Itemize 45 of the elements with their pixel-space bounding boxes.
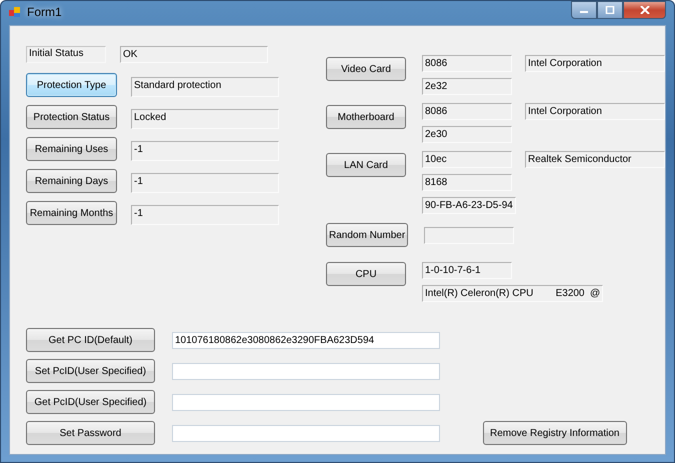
hardware-button[interactable]: CPU <box>326 262 406 286</box>
status-button[interactable]: Protection Type <box>26 73 117 97</box>
app-icon <box>9 6 21 18</box>
info-field: 1-0-10-7-6-1 <box>422 262 512 279</box>
input-field[interactable]: 101076180862e3080862e3290FBA623D594 <box>172 332 440 348</box>
maximize-icon <box>605 6 615 14</box>
info-field: Intel Corporation <box>525 55 665 72</box>
status-value: Locked <box>131 109 279 129</box>
hardware-button[interactable]: Random Number <box>326 223 408 247</box>
input-field[interactable] <box>172 424 440 442</box>
pc-id-button[interactable]: Get PcID(User Specified) <box>26 390 155 414</box>
minimize-button[interactable] <box>571 1 597 19</box>
info-field: 2e30 <box>422 126 512 143</box>
input-field[interactable] <box>172 362 440 380</box>
input-field[interactable] <box>172 394 440 410</box>
info-field: 90-FB-A6-23-D5-94 <box>422 197 516 214</box>
info-field: Realtek Semiconductor <box>525 151 665 168</box>
maximize-button[interactable] <box>597 1 623 19</box>
status-value: Standard protection <box>131 77 279 97</box>
info-field: 2e32 <box>422 78 512 95</box>
status-value: -1 <box>131 205 279 225</box>
status-button[interactable]: Protection Status <box>26 105 117 129</box>
info-field: 8086 <box>422 103 512 120</box>
status-value: -1 <box>131 173 279 193</box>
close-icon <box>640 6 650 14</box>
info-field: Intel Corporation <box>525 103 665 120</box>
info-field: 8168 <box>422 174 512 191</box>
hardware-button[interactable]: Motherboard <box>326 105 406 129</box>
remove-registry-button[interactable]: Remove Registry Information <box>483 421 626 445</box>
window-title: Form1 <box>27 5 62 19</box>
status-value: -1 <box>131 141 279 161</box>
pc-id-button[interactable]: Set PcID(User Specified) <box>26 359 155 383</box>
status-button[interactable]: Remaining Days <box>26 169 117 193</box>
info-field: Intel(R) Celeron(R) CPU E3200 @ <box>422 285 604 302</box>
close-button[interactable] <box>623 1 666 19</box>
hardware-button[interactable]: Video Card <box>326 57 406 81</box>
status-button[interactable]: Remaining Months <box>26 201 117 225</box>
pc-id-button[interactable]: Get PC ID(Default) <box>26 328 155 352</box>
hardware-button[interactable]: LAN Card <box>326 153 406 177</box>
info-field: 8086 <box>422 55 512 72</box>
pc-id-button[interactable]: Set Password <box>26 421 155 445</box>
status-value: OK <box>120 46 268 63</box>
status-label: Initial Status <box>26 46 106 63</box>
status-button[interactable]: Remaining Uses <box>26 137 117 161</box>
info-field: 10ec <box>422 151 512 168</box>
